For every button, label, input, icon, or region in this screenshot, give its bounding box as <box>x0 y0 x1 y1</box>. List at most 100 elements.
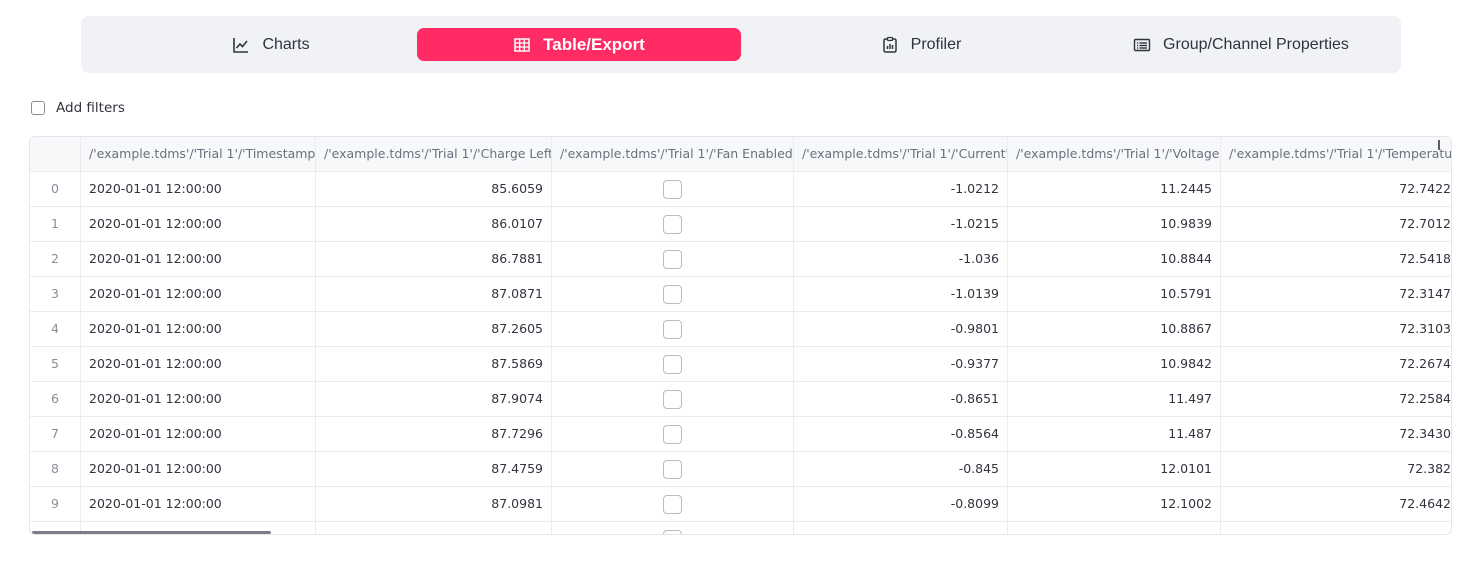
cell-current[interactable]: -1.0215 <box>794 207 1008 241</box>
cell-voltage[interactable]: 10.9839 <box>1008 207 1221 241</box>
header-charge-left[interactable]: /'example.tdms'/'Trial 1'/'Charge Left' <box>316 137 552 171</box>
row-index[interactable]: 7 <box>30 417 81 451</box>
fan-enabled-checkbox[interactable] <box>663 180 682 199</box>
cell-temperature[interactable]: 72.7422 <box>1221 172 1451 206</box>
header-current[interactable]: /'example.tdms'/'Trial 1'/'Current' <box>794 137 1008 171</box>
header-voltage[interactable]: /'example.tdms'/'Trial 1'/'Voltage' <box>1008 137 1221 171</box>
column-resize-handle[interactable] <box>1438 140 1440 150</box>
cell-timestamp[interactable]: 2020-01-01 12:00:00 <box>81 452 316 486</box>
cell-timestamp[interactable]: 2020-01-01 12:00:00 <box>81 207 316 241</box>
row-index[interactable]: 0 <box>30 172 81 206</box>
cell-charge-left[interactable]: 87.9074 <box>316 382 552 416</box>
row-index[interactable]: 3 <box>30 277 81 311</box>
cell-timestamp[interactable]: 2020-01-01 12:00:00 <box>81 312 316 346</box>
cell-timestamp[interactable]: 2020-01-01 12:00:00 <box>81 347 316 381</box>
row-index[interactable]: 8 <box>30 452 81 486</box>
fan-enabled-checkbox[interactable] <box>663 215 682 234</box>
cell-charge-left[interactable]: 87.2605 <box>316 312 552 346</box>
cell-current[interactable]: -1.036 <box>794 242 1008 276</box>
fan-enabled-checkbox[interactable] <box>663 530 682 534</box>
add-filters-checkbox[interactable] <box>31 101 45 115</box>
cell-temperature[interactable]: 72.2674 <box>1221 347 1451 381</box>
add-filters-toggle[interactable]: Add filters <box>31 100 125 116</box>
header-fan-enabled[interactable]: /'example.tdms'/'Trial 1'/'Fan Enabled' <box>552 137 794 171</box>
cell-temperature[interactable]: 72.3103 <box>1221 312 1451 346</box>
horizontal-scrollbar[interactable] <box>32 531 271 534</box>
row-index[interactable]: 9 <box>30 487 81 521</box>
fan-enabled-checkbox[interactable] <box>663 460 682 479</box>
cell-voltage[interactable]: 11.487 <box>1008 417 1221 451</box>
cell-current[interactable]: -0.8564 <box>794 417 1008 451</box>
cell-timestamp[interactable]: 2020-01-01 12:00:00 <box>81 487 316 521</box>
cell-current[interactable]: -0.8651 <box>794 382 1008 416</box>
cell-timestamp[interactable]: 2020-01-01 12:00:00 <box>81 417 316 451</box>
cell-current[interactable]: -1.0212 <box>794 172 1008 206</box>
table-row[interactable]: 3 2020-01-01 12:00:00 87.0871 -1.0139 10.579… <box>30 277 1451 312</box>
cell-temperature[interactable]: 72.382 <box>1221 452 1451 486</box>
row-index[interactable]: 1 <box>30 207 81 241</box>
cell-temperature[interactable]: 72.3430 <box>1221 417 1451 451</box>
data-table[interactable]: /'example.tdms'/'Trial 1'/'Timestamp' /'… <box>29 136 1452 535</box>
tab-table-export[interactable]: Table/Export <box>417 28 741 61</box>
cell-charge-left[interactable]: 87.0871 <box>316 277 552 311</box>
cell-temperature[interactable]: 72.3147 <box>1221 277 1451 311</box>
table-row[interactable]: 6 2020-01-01 12:00:00 87.9074 -0.8651 11.497… <box>30 382 1451 417</box>
table-row[interactable]: 0 2020-01-01 12:00:00 85.6059 -1.0212 11.244… <box>30 172 1451 207</box>
cell-voltage[interactable]: 11.497 <box>1008 382 1221 416</box>
cell-current[interactable]: -0.9801 <box>794 312 1008 346</box>
cell-timestamp[interactable]: 2020-01-01 12:00:00 <box>81 277 316 311</box>
cell-temperature[interactable]: 72.7012 <box>1221 207 1451 241</box>
cell-current[interactable]: -0.9377 <box>794 347 1008 381</box>
fan-enabled-checkbox[interactable] <box>663 425 682 444</box>
cell-charge-left[interactable]: 87.0981 <box>316 487 552 521</box>
cell-current[interactable]: -0.845 <box>794 452 1008 486</box>
row-index[interactable]: 2 <box>30 242 81 276</box>
row-index[interactable]: 6 <box>30 382 81 416</box>
table-icon <box>513 36 531 54</box>
cell-temperature[interactable]: 72.2584 <box>1221 382 1451 416</box>
fan-enabled-checkbox[interactable] <box>663 320 682 339</box>
cell-charge-left[interactable]: 87.4759 <box>316 452 552 486</box>
tab-profiler[interactable]: Profiler <box>771 28 1071 61</box>
cell-timestamp[interactable]: 2020-01-01 12:00:00 <box>81 242 316 276</box>
table-row[interactable]: 4 2020-01-01 12:00:00 87.2605 -0.9801 10.886… <box>30 312 1451 347</box>
row-index[interactable]: 5 <box>30 347 81 381</box>
cell-voltage[interactable]: 10.5791 <box>1008 277 1221 311</box>
cell-voltage[interactable]: 12.0101 <box>1008 452 1221 486</box>
cell-charge-left[interactable]: 87.5869 <box>316 347 552 381</box>
cell-voltage[interactable]: 12.1002 <box>1008 487 1221 521</box>
table-row[interactable]: 2 2020-01-01 12:00:00 86.7881 -1.036 10.8844… <box>30 242 1451 277</box>
cell-charge-left[interactable]: 85.6059 <box>316 172 552 206</box>
fan-enabled-checkbox[interactable] <box>663 285 682 304</box>
cell-timestamp[interactable]: 2020-01-01 12:00:00 <box>81 382 316 416</box>
cell-current[interactable]: -1.0139 <box>794 277 1008 311</box>
table-row[interactable]: 5 2020-01-01 12:00:00 87.5869 -0.9377 10.984… <box>30 347 1451 382</box>
table-row[interactable]: 7 2020-01-01 12:00:00 87.7296 -0.8564 11.487… <box>30 417 1451 452</box>
cell-charge-left[interactable]: 86.0107 <box>316 207 552 241</box>
table-row[interactable]: 1 2020-01-01 12:00:00 86.0107 -1.0215 10.983… <box>30 207 1451 242</box>
tab-group-channel-properties-label: Group/Channel Properties <box>1163 35 1349 53</box>
header-timestamp[interactable]: /'example.tdms'/'Trial 1'/'Timestamp' <box>81 137 316 171</box>
fan-enabled-checkbox[interactable] <box>663 390 682 409</box>
cell-voltage[interactable]: 10.9842 <box>1008 347 1221 381</box>
cell-voltage <box>1008 522 1221 534</box>
cell-charge-left[interactable]: 86.7881 <box>316 242 552 276</box>
table-row[interactable]: 8 2020-01-01 12:00:00 87.4759 -0.845 12.0101… <box>30 452 1451 487</box>
table-row[interactable]: 9 2020-01-01 12:00:00 87.0981 -0.8099 12.100… <box>30 487 1451 522</box>
fan-enabled-checkbox[interactable] <box>663 495 682 514</box>
cell-temperature[interactable]: 72.4642 <box>1221 487 1451 521</box>
tab-charts[interactable]: Charts <box>141 28 401 61</box>
header-temperature[interactable]: /'example.tdms'/'Trial 1'/'Temperature' <box>1221 137 1451 171</box>
header-index <box>30 137 81 171</box>
cell-voltage[interactable]: 10.8867 <box>1008 312 1221 346</box>
cell-voltage[interactable]: 11.2445 <box>1008 172 1221 206</box>
fan-enabled-checkbox[interactable] <box>663 355 682 374</box>
row-index[interactable]: 4 <box>30 312 81 346</box>
cell-current[interactable]: -0.8099 <box>794 487 1008 521</box>
cell-temperature[interactable]: 72.5418 <box>1221 242 1451 276</box>
cell-timestamp[interactable]: 2020-01-01 12:00:00 <box>81 172 316 206</box>
fan-enabled-checkbox[interactable] <box>663 250 682 269</box>
cell-voltage[interactable]: 10.8844 <box>1008 242 1221 276</box>
cell-charge-left[interactable]: 87.7296 <box>316 417 552 451</box>
tab-group-channel-properties[interactable]: Group/Channel Properties <box>1091 28 1391 61</box>
